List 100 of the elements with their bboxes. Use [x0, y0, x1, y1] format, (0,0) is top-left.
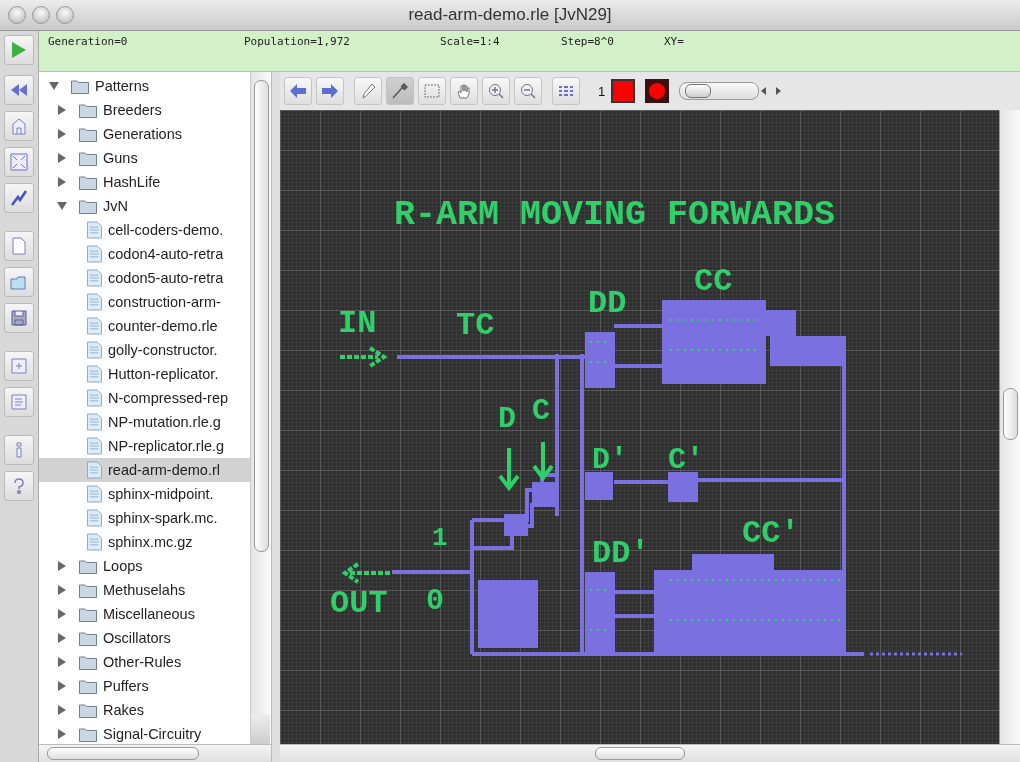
tree-item[interactable]: Patterns [39, 74, 250, 98]
document-icon [87, 245, 102, 263]
forward-button[interactable] [316, 77, 344, 105]
canvas-scrollbar[interactable] [999, 110, 1020, 744]
tree-item[interactable]: Guns [39, 146, 250, 170]
tree-item-label: Breeders [103, 102, 162, 118]
tree-item[interactable]: read-arm-demo.rl [39, 458, 250, 482]
tree-item[interactable]: Rakes [39, 698, 250, 722]
window-control-button[interactable] [56, 6, 74, 24]
expand-triangle-icon[interactable] [57, 681, 67, 691]
tree-item[interactable]: Breeders [39, 98, 250, 122]
status-field: XY= [664, 35, 684, 48]
document-icon [87, 389, 102, 407]
rewind-button[interactable] [4, 75, 34, 105]
expand-triangle-icon[interactable] [57, 105, 67, 115]
folder-icon [79, 702, 97, 718]
tree-item[interactable]: construction-arm- [39, 290, 250, 314]
collapse-triangle-icon[interactable] [49, 81, 59, 91]
tree-item[interactable]: Methuselahs [39, 578, 250, 602]
tree-item[interactable]: Miscellaneous [39, 602, 250, 626]
expand-triangle-icon[interactable] [57, 633, 67, 643]
pattern-label: CC' [742, 518, 800, 550]
expand-triangle-icon[interactable] [57, 153, 67, 163]
tree-item[interactable]: JvN [39, 194, 250, 218]
info-button[interactable] [4, 435, 34, 465]
state-icon-button[interactable] [645, 79, 670, 103]
back-button[interactable] [284, 77, 312, 105]
hand-button[interactable] [450, 77, 478, 105]
tree-item[interactable]: Other-Rules [39, 650, 250, 674]
tree-item-label: read-arm-demo.rl [108, 462, 220, 478]
collapse-triangle-icon[interactable] [57, 201, 67, 211]
tree-item[interactable]: counter-demo.rle [39, 314, 250, 338]
pencil-button[interactable] [354, 77, 382, 105]
zoom-out-button[interactable] [514, 77, 542, 105]
save-button[interactable] [4, 303, 34, 333]
tree-item[interactable]: sphinx.mc.gz [39, 530, 250, 554]
eyedropper-button[interactable] [386, 77, 414, 105]
expand-triangle-icon[interactable] [57, 177, 67, 187]
tree-item[interactable]: Puffers [39, 674, 250, 698]
folder-icon [79, 630, 97, 646]
pattern-canvas[interactable]: R-ARM MOVING FORWARDS IN TC DD CC D C D' C' 1 CC' DD' OUT 0 [280, 110, 999, 744]
home-button[interactable] [4, 111, 34, 141]
expand-triangle-icon[interactable] [57, 561, 67, 571]
grid-button[interactable] [552, 77, 580, 105]
pattern-label: OUT [330, 588, 388, 620]
speed-slider[interactable] [679, 82, 760, 100]
tree-item[interactable]: golly-constructor. [39, 338, 250, 362]
expand-triangle-icon[interactable] [57, 657, 67, 667]
zoom-in-button[interactable] [482, 77, 510, 105]
fit-button[interactable] [4, 147, 34, 177]
tree-item[interactable]: N-compressed-rep [39, 386, 250, 410]
slider-thumb[interactable] [685, 84, 712, 98]
tree-item[interactable]: NP-replicator.rle.g [39, 434, 250, 458]
tree-item[interactable]: sphinx-spark.mc. [39, 506, 250, 530]
tree-item[interactable]: Oscillators [39, 626, 250, 650]
document-icon [87, 533, 102, 551]
scroll-thumb[interactable] [254, 80, 269, 552]
status-field: Step=8^0 [561, 35, 664, 48]
help-button[interactable] [4, 471, 34, 501]
open-button[interactable] [4, 267, 34, 297]
tree-item-label: sphinx-midpoint. [108, 486, 214, 502]
tree-item[interactable]: codon5-auto-retra [39, 266, 250, 290]
document-icon [87, 485, 102, 503]
tree-item[interactable]: Signal-Circuitry [39, 722, 250, 746]
folder-icon [79, 102, 97, 118]
tree-item[interactable]: Generations [39, 122, 250, 146]
expand-triangle-icon[interactable] [57, 585, 67, 595]
tree-item[interactable]: cell-coders-demo. [39, 218, 250, 242]
window-control-button[interactable] [32, 6, 50, 24]
state-color-button[interactable] [611, 79, 636, 103]
document-icon [87, 221, 102, 239]
tree-horizontal-scrollbar[interactable] [39, 744, 271, 762]
folder-icon [79, 582, 97, 598]
pattern-label: C [532, 396, 550, 426]
select-button[interactable] [418, 77, 446, 105]
window-control-button[interactable] [8, 6, 26, 24]
scroll-thumb[interactable] [47, 747, 199, 760]
canvas-horizontal-scrollbar[interactable] [280, 744, 1020, 762]
tree-item[interactable]: NP-mutation.rle.g [39, 410, 250, 434]
tree-item-label: Miscellaneous [103, 606, 195, 622]
tree-item[interactable]: HashLife [39, 170, 250, 194]
new-file-button[interactable] [4, 231, 34, 261]
expand-triangle-icon[interactable] [57, 609, 67, 619]
tree-item[interactable]: sphinx-midpoint. [39, 482, 250, 506]
tree-item[interactable]: codon4-auto-retra [39, 242, 250, 266]
expand-triangle-icon[interactable] [57, 729, 67, 739]
tree-item[interactable]: Hutton-replicator. [39, 362, 250, 386]
expand-triangle-icon[interactable] [57, 129, 67, 139]
expand-triangle-icon[interactable] [57, 705, 67, 715]
scroll-thumb[interactable] [595, 747, 685, 760]
document-icon [87, 437, 102, 455]
scroll-thumb[interactable] [1003, 388, 1018, 440]
chart-button[interactable] [4, 183, 34, 213]
pattern-label: C' [668, 445, 704, 475]
tree-item-label: HashLife [103, 174, 161, 190]
tree-item-label: Hutton-replicator. [108, 366, 219, 382]
tree-item-label: Rakes [103, 702, 145, 718]
play-button[interactable] [4, 35, 34, 65]
tree-item[interactable]: Loops [39, 554, 250, 578]
tree-scrollbar[interactable] [250, 72, 271, 744]
